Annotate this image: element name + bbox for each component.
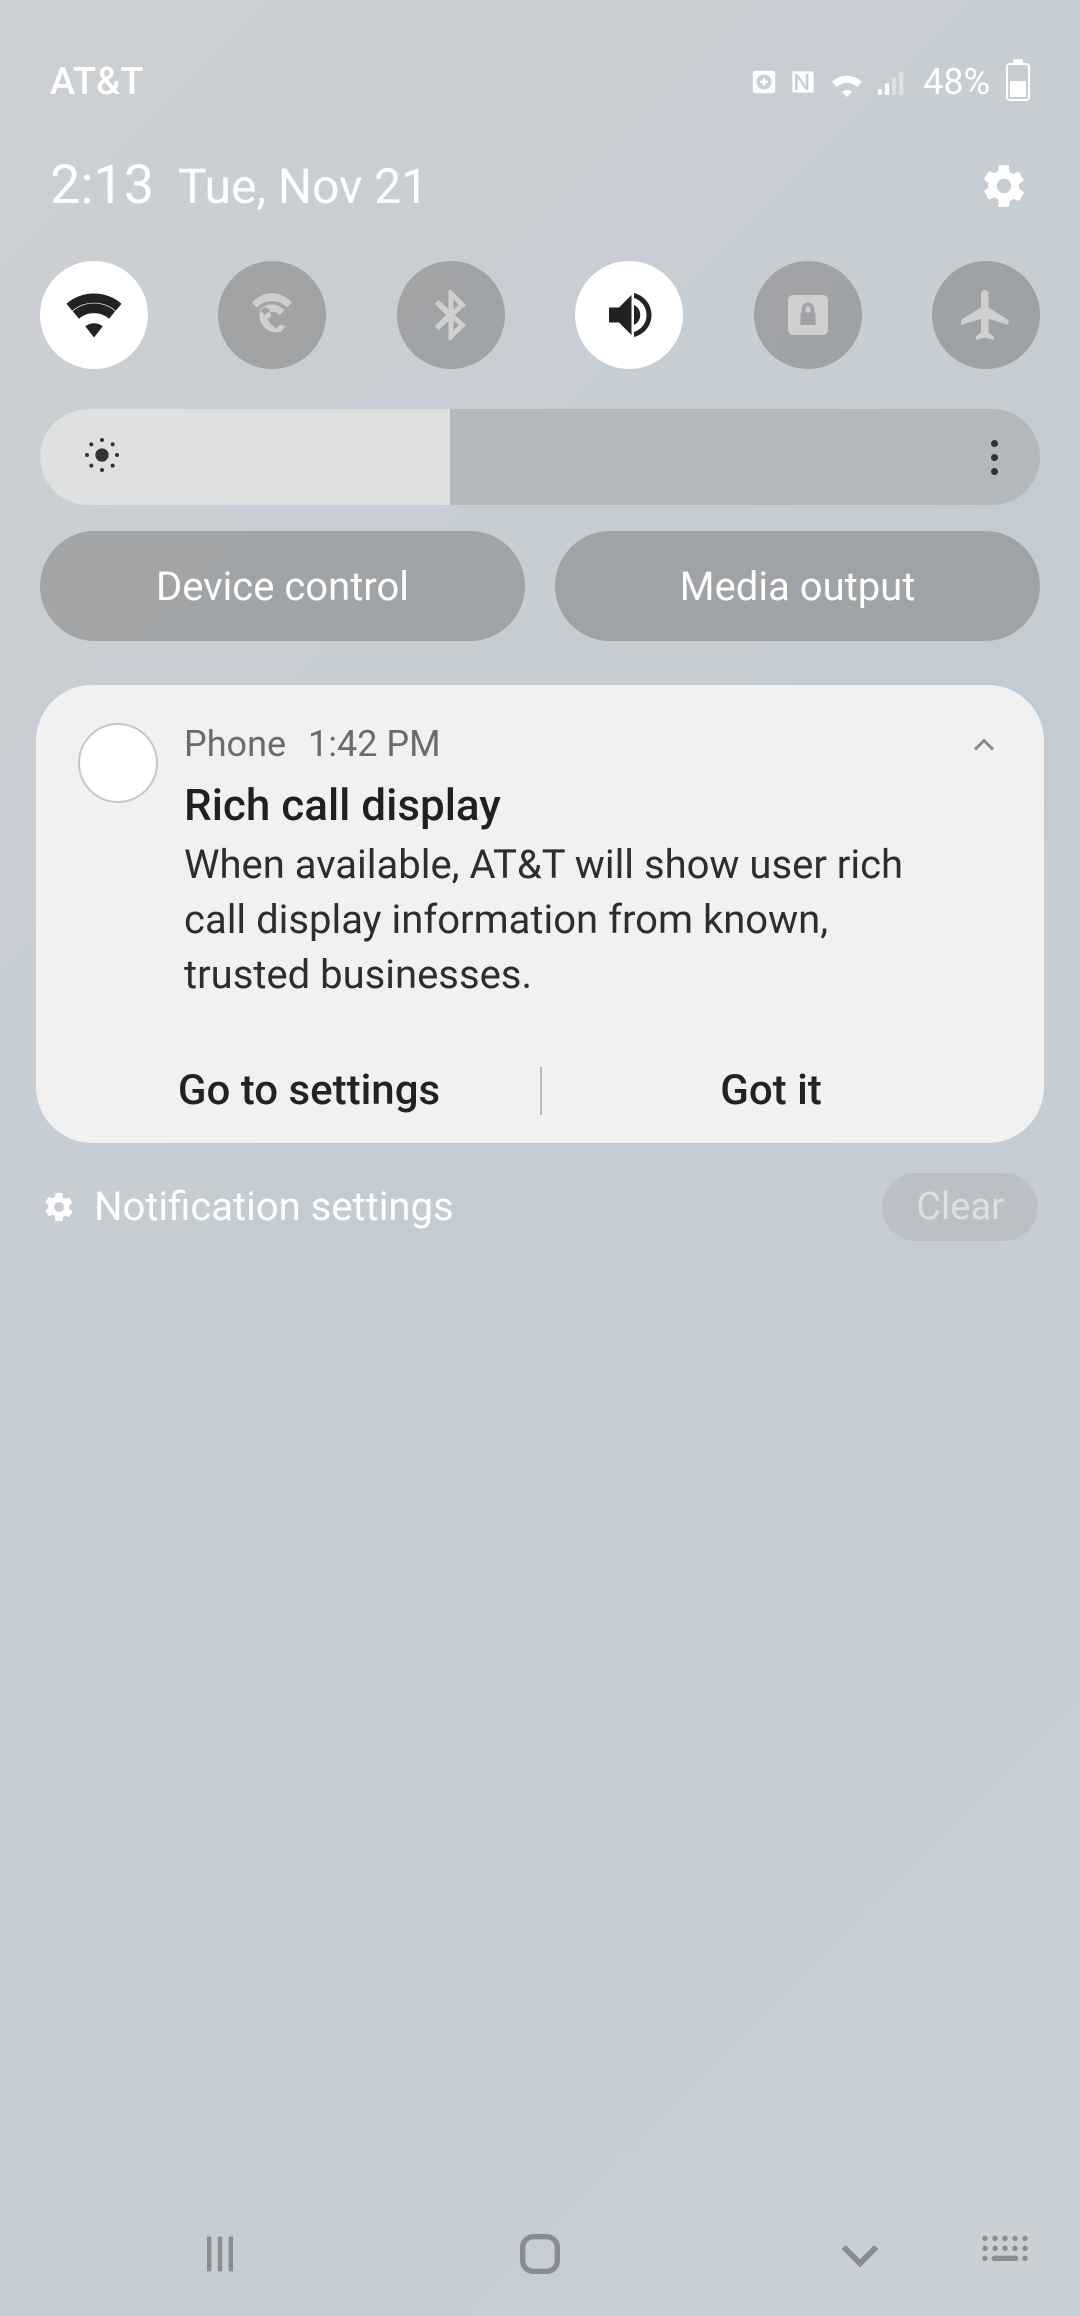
- quick-toggles: [0, 237, 1080, 389]
- notification-body: When available, AT&T will show user rich…: [184, 837, 940, 1003]
- brightness-menu-button[interactable]: [991, 440, 998, 475]
- settings-button[interactable]: [978, 160, 1030, 212]
- brightness-slider[interactable]: [40, 409, 1040, 505]
- control-buttons: Device control Media output: [0, 525, 1080, 661]
- chevron-up-icon: [966, 727, 1002, 763]
- nav-recent-button[interactable]: [160, 2228, 280, 2280]
- home-icon: [514, 2228, 566, 2280]
- rotation-lock-icon: [778, 285, 838, 345]
- airplane-icon: [956, 285, 1016, 345]
- notification-settings-label: Notification settings: [94, 1183, 454, 1230]
- notification-app-name: Phone: [184, 723, 286, 765]
- media-output-label: Media output: [680, 563, 916, 610]
- gear-icon: [42, 1190, 76, 1224]
- battery-icon: [1006, 63, 1030, 101]
- toggle-bluetooth[interactable]: [397, 261, 505, 369]
- nfc-icon: [787, 66, 819, 98]
- wifi-status-icon: [827, 67, 867, 97]
- signal-icon: [875, 68, 909, 96]
- data-saver-icon: [749, 67, 779, 97]
- keyboard-button[interactable]: [980, 2232, 1030, 2272]
- keyboard-icon: [980, 2232, 1030, 2268]
- toggle-airplane[interactable]: [932, 261, 1040, 369]
- status-indicators: 48%: [749, 61, 1030, 103]
- toggle-wifi[interactable]: [40, 261, 148, 369]
- wifi-icon: [64, 285, 124, 345]
- nav-home-button[interactable]: [480, 2228, 600, 2280]
- navigation-bar: [0, 2226, 1080, 2282]
- clear-label: Clear: [916, 1185, 1004, 1229]
- recent-icon: [194, 2228, 246, 2280]
- bluetooth-icon: [421, 285, 481, 345]
- notification-app-icon: [78, 723, 158, 803]
- device-control-button[interactable]: Device control: [40, 531, 525, 641]
- notification-settings-button[interactable]: Notification settings: [42, 1183, 454, 1230]
- clock-time[interactable]: 2:13: [50, 154, 154, 217]
- notification-collapse-button[interactable]: [966, 723, 1002, 767]
- clear-button[interactable]: Clear: [882, 1173, 1038, 1241]
- toggle-rotation-lock[interactable]: [754, 261, 862, 369]
- device-control-label: Device control: [156, 563, 409, 610]
- notification-action-gotit[interactable]: Got it: [540, 1066, 1002, 1115]
- datetime-row: 2:13 Tue, Nov 21: [0, 124, 1080, 237]
- chevron-down-icon: [832, 2226, 888, 2282]
- footer-row: Notification settings Clear: [0, 1143, 1080, 1241]
- clock-date[interactable]: Tue, Nov 21: [178, 158, 428, 215]
- sound-icon: [599, 285, 659, 345]
- media-output-button[interactable]: Media output: [555, 531, 1040, 641]
- notification-action-settings[interactable]: Go to settings: [78, 1066, 540, 1115]
- gear-icon: [979, 161, 1029, 211]
- battery-percent: 48%: [923, 61, 990, 103]
- status-bar: AT&T 48%: [0, 0, 1080, 124]
- nav-back-button[interactable]: [800, 2226, 920, 2282]
- toggle-wifi-calling[interactable]: [218, 261, 326, 369]
- notification-actions: Go to settings Got it: [78, 1039, 1002, 1143]
- carrier-label: AT&T: [50, 60, 144, 104]
- notification-time: 1:42 PM: [308, 723, 441, 765]
- notification-card[interactable]: Phone 1:42 PM Rich call display When ava…: [36, 685, 1044, 1143]
- notification-title: Rich call display: [184, 779, 940, 831]
- wifi-calling-icon: [242, 285, 302, 345]
- brightness-icon: [82, 435, 122, 479]
- toggle-sound[interactable]: [575, 261, 683, 369]
